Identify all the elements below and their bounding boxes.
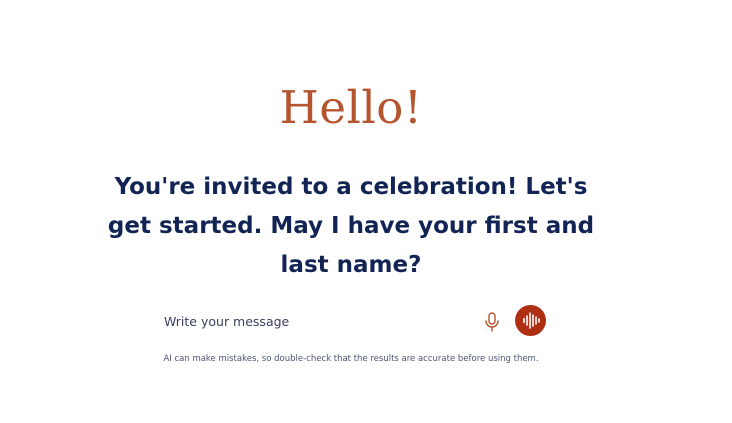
message-input[interactable] xyxy=(150,304,470,338)
microphone-button[interactable] xyxy=(482,311,502,333)
assistant-prompt: You're invited to a celebration! Let's g… xyxy=(107,174,595,278)
microphone-icon xyxy=(485,312,499,332)
sound-wave-icon xyxy=(523,312,540,329)
greeting-heading: Hello! xyxy=(279,81,423,134)
message-composer xyxy=(150,304,550,338)
chat-welcome-screen: Hello! You're invited to a celebration! … xyxy=(0,0,732,423)
voice-mode-button[interactable] xyxy=(515,305,546,336)
ai-disclaimer: AI can make mistakes, so double-check th… xyxy=(163,354,539,364)
